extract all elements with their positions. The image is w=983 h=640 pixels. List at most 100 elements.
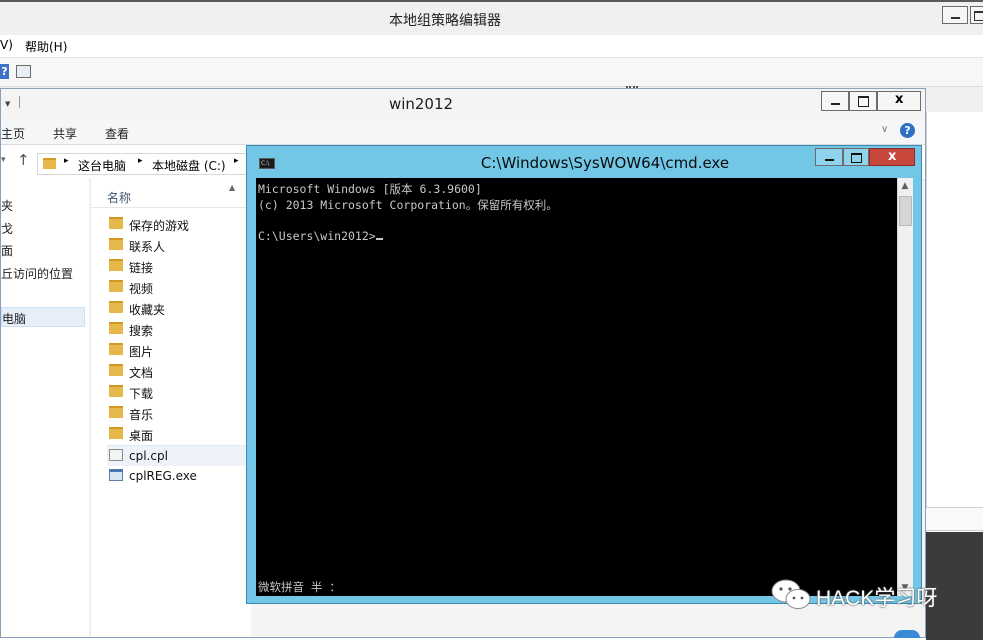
help-icon[interactable]: ? [900,123,915,138]
console-prompt-line: C:\Users\win2012> [258,229,383,243]
address-bar[interactable]: ▸ 这台电脑 ▸ 本地磁盘 (C:) ▸ [37,153,247,175]
gpe-minimize-button[interactable] [942,6,968,24]
breadcrumb-separator-icon: ▸ [138,156,143,166]
gpe-menubar: V) 帮助(H) [0,35,983,58]
folder-icon [109,343,123,355]
column-header-name[interactable]: 名称 [107,189,131,206]
up-arrow-icon[interactable]: ↑ [17,151,30,169]
wechat-logo-icon [770,578,814,615]
folder-icon [109,259,123,271]
nav-item-recent-places[interactable]: 丘访问的位置 [1,265,73,282]
console-output[interactable]: Microsoft Windows [版本 6.3.9600] (c) 2013… [256,178,897,596]
file-list-item[interactable]: 链接 [107,256,247,276]
file-list-item[interactable]: 收藏夹 [107,298,247,318]
file-name: 视频 [129,282,154,296]
file-name: 搜索 [129,324,154,338]
scroll-up-icon[interactable]: ▲ [898,178,912,194]
gpe-right-pane [926,112,983,532]
exe-file-icon [109,469,123,481]
file-list-item[interactable]: 保存的游戏 [107,214,247,234]
folder-icon [109,364,123,376]
cpl-file-icon [109,449,123,461]
cmd-window: C:\ C:\Windows\SysWOW64\cmd.exe x Micros… [246,145,922,604]
gpe-title: 本地组策略编辑器 [389,13,501,29]
close-icon: x [895,92,904,107]
explorer-close-button[interactable]: x [877,91,921,111]
tab-share[interactable]: 共享 [53,125,77,142]
folder-icon [109,427,123,439]
file-list-item[interactable]: 联系人 [107,235,247,255]
file-list-item[interactable]: cpl.cpl [107,445,247,466]
file-name: 音乐 [129,408,154,422]
file-list-item[interactable]: cplREG.exe [107,466,247,486]
text-cursor [375,238,383,240]
explorer-title: win2012 [388,95,454,113]
folder-icon [43,158,56,169]
quick-access-dropdown[interactable]: ▼ [1,95,21,109]
file-name: 保存的游戏 [129,219,190,233]
gpe-status-tabs [926,507,983,531]
breadcrumb-local-disk[interactable]: 本地磁盘 (C:) [152,157,226,174]
file-list-item[interactable]: 视频 [107,277,247,297]
folder-icon [109,322,123,334]
scroll-thumb[interactable] [899,196,912,226]
help-icon[interactable]: ? [0,64,9,79]
explorer-ribbon-tabs: 主页 共享 查看 ∨ ? [1,120,925,145]
chevron-down-icon: ▼ [5,100,11,108]
navigation-pane: 夹 戈 面 丘访问的位置 电脑 [1,179,89,637]
menu-item-help[interactable]: 帮助(H) [25,38,67,55]
minimize-icon [831,103,840,105]
gpe-maximize-button[interactable] [970,6,983,24]
menu-item-view[interactable]: V) [0,38,13,52]
file-name: cplREG.exe [129,469,197,483]
minimize-icon [951,17,960,19]
folder-icon [109,217,123,229]
nav-item[interactable]: 戈 [1,220,13,237]
file-list-item[interactable]: 桌面 [107,424,247,444]
file-name: 下载 [129,387,154,401]
console-vertical-scrollbar[interactable]: ▲ ▼ [897,178,913,596]
explorer-minimize-button[interactable] [821,91,849,111]
file-list-item[interactable]: 搜索 [107,319,247,339]
explorer-maximize-button[interactable] [849,91,877,111]
file-name: 链接 [129,261,154,275]
cmd-maximize-button[interactable] [843,148,869,166]
nav-item-this-pc[interactable]: 电脑 [1,307,85,327]
file-list-item[interactable]: 文档 [107,361,247,381]
file-name: 文档 [129,366,154,380]
folder-icon [109,301,123,313]
recent-dropdown-icon[interactable]: ▾ [1,155,6,165]
separator [19,96,20,108]
maximize-icon [974,11,983,21]
folder-icon [109,238,123,250]
folder-icon [109,280,123,292]
folder-icon [109,406,123,418]
file-list-item[interactable]: 下载 [107,382,247,402]
file-list-item[interactable]: 音乐 [107,403,247,423]
cmd-close-button[interactable]: x [869,148,915,166]
file-name: 桌面 [129,429,154,443]
console-line: (c) 2013 Microsoft Corporation。保留所有权利。 [258,198,558,212]
folder-icon [109,385,123,397]
ime-status: 微软拼音 半 ： [258,580,341,594]
cmd-minimize-button[interactable] [815,148,843,166]
file-name: 收藏夹 [129,303,166,317]
close-icon: x [888,149,897,164]
tab-view[interactable]: 查看 [105,125,129,142]
file-name: cpl.cpl [129,449,168,463]
nav-item[interactable]: 面 [1,242,13,259]
breadcrumb-this-pc[interactable]: 这台电脑 [78,157,126,174]
tab-home[interactable]: 主页 [1,125,25,142]
file-list: 名称 ▲ 保存的游戏 联系人 链接 视频 收藏夹 搜索 图片 文档 下载 音乐 桌面 cpl.cpl c… [90,179,251,637]
file-list-item[interactable]: 图片 [107,340,247,360]
maximize-icon [851,153,862,163]
taskbar-tray-icon [894,630,920,638]
minimize-icon [825,159,834,161]
properties-view-icon[interactable] [16,65,31,78]
ribbon-expand-icon[interactable]: ∨ [881,124,888,135]
watermark-text: HACK学习呀 [816,587,938,610]
nav-item[interactable]: 夹 [1,197,13,214]
file-name: 图片 [129,345,154,359]
maximize-icon [858,96,869,107]
console-line: Microsoft Windows [版本 6.3.9600] [258,182,482,196]
